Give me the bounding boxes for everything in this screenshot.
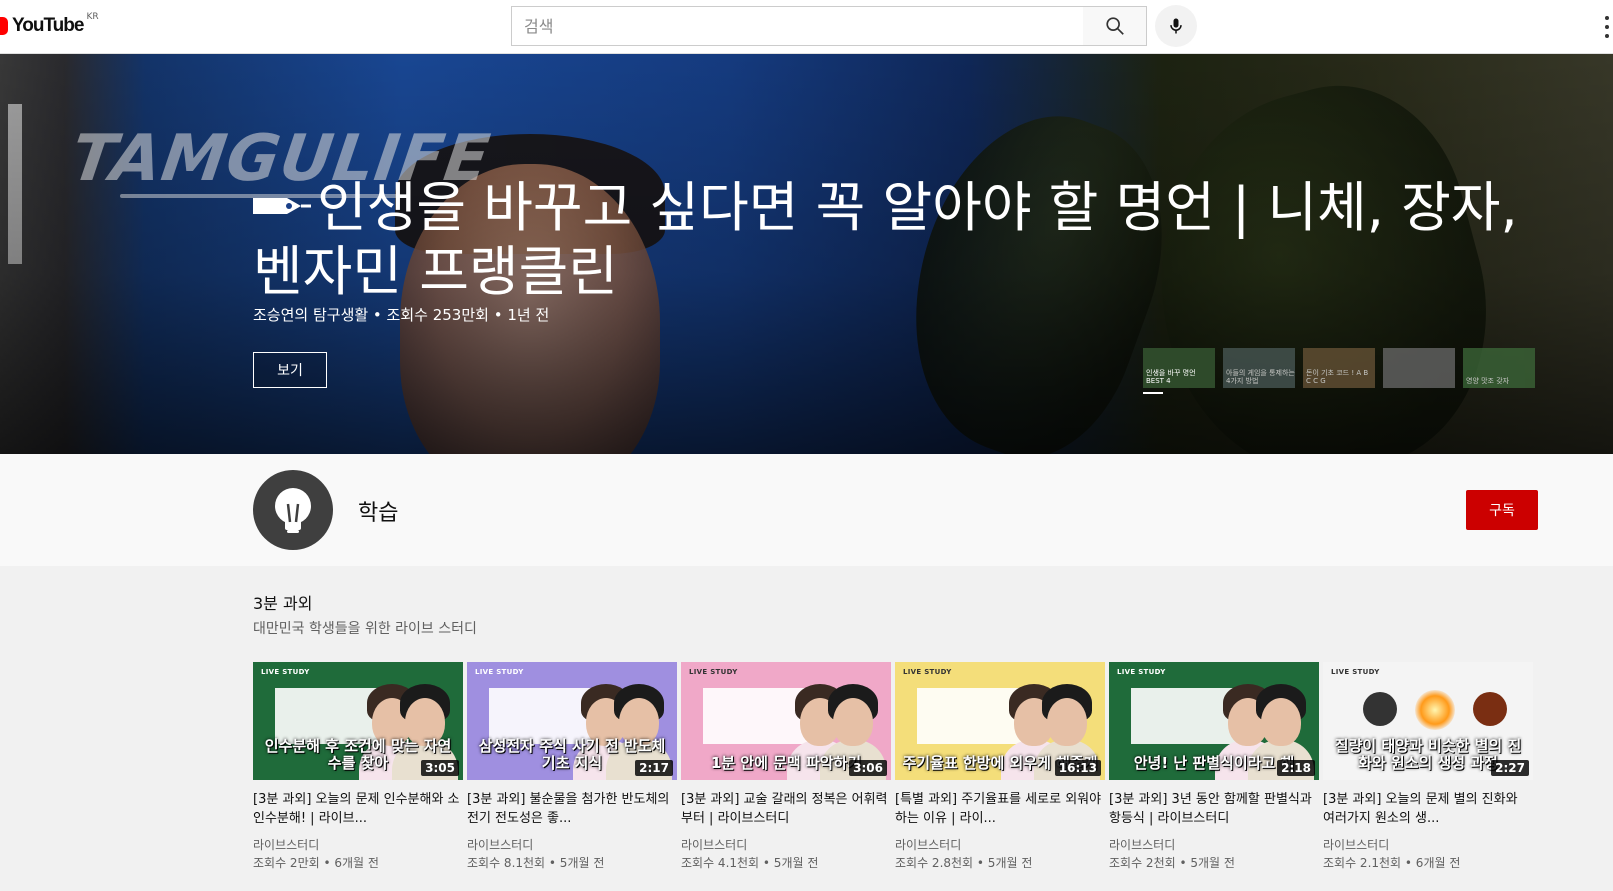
pen-icon — [253, 168, 313, 214]
banner-thumbnail[interactable]: 돈이 기초 코드 ! A B C C G — [1303, 348, 1375, 388]
banner-meta: 조승연의 탐구생활 • 조회수 253만회 • 1년 전 — [253, 306, 550, 324]
video-duration: 2:27 — [1491, 760, 1529, 776]
logo-country: KR — [86, 12, 99, 22]
video-meta: 조회수 2.1천회 • 6개월 전 — [1323, 856, 1461, 870]
banner-title[interactable]: 인생을 바꾸고 싶다면 꼭 알아야 할 명언 | 니체, 장자, 벤자민 프랭클… — [253, 168, 1523, 304]
banner-thumbnail-text: 아들의 게임을 통제하는 4가지 방법 — [1226, 369, 1295, 385]
more-options-icon[interactable] — [1605, 16, 1609, 38]
thumbnail-brand-mark: LIVE STUDY — [1331, 668, 1380, 676]
video-card[interactable]: LIVE STUDY 질량이 태양과 비슷한 별의 진화와 원소의 생성 과정 2:… — [1323, 662, 1533, 872]
video-card[interactable]: LIVE STUDY 삼성전자 주식 사기 전 반도체 기초 지식 2:17 [3분 … — [467, 662, 677, 872]
video-thumbnail[interactable]: LIVE STUDY 삼성전자 주식 사기 전 반도체 기초 지식 2:17 — [467, 662, 677, 780]
subscribe-button[interactable]: 구독 — [1466, 490, 1538, 530]
video-channel-name[interactable]: 라이브스터디 — [1109, 836, 1319, 854]
banner-thumbnail[interactable] — [1383, 348, 1455, 388]
thumbnail-brand-mark: LIVE STUDY — [475, 668, 524, 676]
video-channel-name[interactable]: 라이브스터디 — [253, 836, 463, 854]
banner-thumbnail-text: 돈이 기초 코드 ! A B C C G — [1306, 369, 1369, 385]
thumbnail-brand-mark: LIVE STUDY — [689, 668, 738, 676]
banner-thumbnail[interactable]: 아들의 게임을 통제하는 4가지 방법 — [1223, 348, 1295, 388]
watch-button[interactable]: 보기 — [253, 352, 327, 388]
thumbnail-brand-mark: LIVE STUDY — [261, 668, 310, 676]
channel-avatar[interactable] — [253, 470, 333, 550]
search-input[interactable] — [512, 7, 1083, 45]
youtube-logo[interactable]: YouTube KR — [0, 12, 99, 38]
video-meta: 조회수 2만회 • 6개월 전 — [253, 856, 379, 870]
voice-search-button[interactable] — [1155, 5, 1197, 47]
video-card[interactable]: LIVE STUDY 안녕! 난 판별식이라고 해 2:18 [3분 과외] 3년 동… — [1109, 662, 1319, 872]
search-icon — [1105, 17, 1124, 35]
video-title[interactable]: [3분 과외] 불순물을 첨가한 반도체의 전기 전도성은 좋... — [467, 790, 677, 828]
thumbnail-brand-mark: LIVE STUDY — [1117, 668, 1166, 676]
video-duration: 3:05 — [421, 760, 459, 776]
video-duration: 2:17 — [635, 760, 673, 776]
video-thumbnail[interactable]: LIVE STUDY 질량이 태양과 비슷한 별의 진화와 원소의 생성 과정 2:… — [1323, 662, 1533, 780]
video-channel-name[interactable]: 라이브스터디 — [895, 836, 1105, 854]
banner-title-text: 인생을 바꾸고 싶다면 꼭 알아야 할 명언 | 니체, 장자, 벤자민 프랭클… — [253, 176, 1518, 303]
video-duration: 3:06 — [849, 760, 887, 776]
video-channel-name[interactable]: 라이브스터디 — [1323, 836, 1533, 854]
video-channel-name[interactable]: 라이브스터디 — [467, 836, 677, 854]
video-thumbnail[interactable]: LIVE STUDY 인수분해 후 조건에 맞는 자연수를 찾아 3:05 — [253, 662, 463, 780]
section-subtitle: 대만민국 학생들을 위한 라이브 스터디 — [253, 621, 477, 637]
video-thumbnail[interactable]: LIVE STUDY 주기율표 한방에 외우게 해줄게 16:13 — [895, 662, 1105, 780]
video-shelf: LIVE STUDY 인수분해 후 조건에 맞는 자연수를 찾아 3:05 [3분 과… — [253, 662, 1533, 872]
video-thumbnail[interactable]: LIVE STUDY 안녕! 난 판별식이라고 해 2:18 — [1109, 662, 1319, 780]
video-duration: 16:13 — [1054, 760, 1101, 776]
video-card[interactable]: LIVE STUDY 주기율표 한방에 외우게 해줄게 16:13 [특별 과외] 주… — [895, 662, 1105, 872]
video-title[interactable]: [특별 과외] 주기율표를 세로로 외워야 하는 이유 | 라이... — [895, 790, 1105, 828]
video-thumbnail[interactable]: LIVE STUDY 1분 안에 문맥 파악하기 3:06 — [681, 662, 891, 780]
top-bar: YouTube KR — [0, 0, 1613, 54]
featured-banner[interactable]: TAMGULIFE 인생을 바꾸고 싶다면 꼭 알아야 할 명언 | 니체, 장… — [0, 54, 1613, 454]
video-meta: 조회수 4.1천회 • 5개월 전 — [681, 856, 819, 870]
search-box — [511, 6, 1084, 46]
search-button[interactable] — [1083, 6, 1147, 46]
banner-thumbnail[interactable]: 영양 맛조 갖자 — [1463, 348, 1535, 388]
video-meta: 조회수 2천회 • 5개월 전 — [1109, 856, 1235, 870]
thumbnail-brand-mark: LIVE STUDY — [903, 668, 952, 676]
video-card[interactable]: LIVE STUDY 1분 안에 문맥 파악하기 3:06 [3분 과외] 교술 갈래… — [681, 662, 891, 872]
video-title[interactable]: [3분 과외] 3년 동안 함께할 판별식과 항등식 | 라이브스터디 — [1109, 790, 1319, 828]
banner-thumbnail-text: 인생을 바꾸 명언 BEST 4 — [1146, 369, 1196, 385]
channel-header: 학습 구독 — [0, 454, 1613, 566]
banner-thumbnail[interactable]: 인생을 바꾸 명언 BEST 4 — [1143, 348, 1215, 388]
logo-text: YouTube — [12, 15, 84, 36]
microphone-icon — [1170, 18, 1182, 34]
video-duration: 2:18 — [1277, 760, 1315, 776]
banner-thumbnail-text: 영양 맛조 갖자 — [1466, 377, 1510, 385]
video-title[interactable]: [3분 과외] 오늘의 문제 인수분해와 소인수분해! | 라이브... — [253, 790, 463, 828]
video-meta: 조회수 2.8천회 • 5개월 전 — [895, 856, 1033, 870]
lightbulb-icon — [275, 488, 311, 533]
video-channel-name[interactable]: 라이브스터디 — [681, 836, 891, 854]
banner-thumbnail-strip: 인생을 바꾸 명언 BEST 4 아들의 게임을 통제하는 4가지 방법 돈이 기초… — [1143, 348, 1535, 388]
section-title[interactable]: 3분 과외 — [253, 590, 312, 614]
active-thumbnail-indicator — [1143, 392, 1163, 394]
video-meta: 조회수 8.1천회 • 5개월 전 — [467, 856, 605, 870]
youtube-play-icon — [0, 17, 8, 35]
video-card[interactable]: LIVE STUDY 인수분해 후 조건에 맞는 자연수를 찾아 3:05 [3분 과… — [253, 662, 463, 872]
video-title[interactable]: [3분 과외] 교술 갈래의 정복은 어휘력부터 | 라이브스터디 — [681, 790, 891, 828]
video-title[interactable]: [3분 과외] 오늘의 문제 별의 진화와 여러가지 원소의 생... — [1323, 790, 1533, 828]
channel-name: 학습 — [358, 501, 399, 526]
